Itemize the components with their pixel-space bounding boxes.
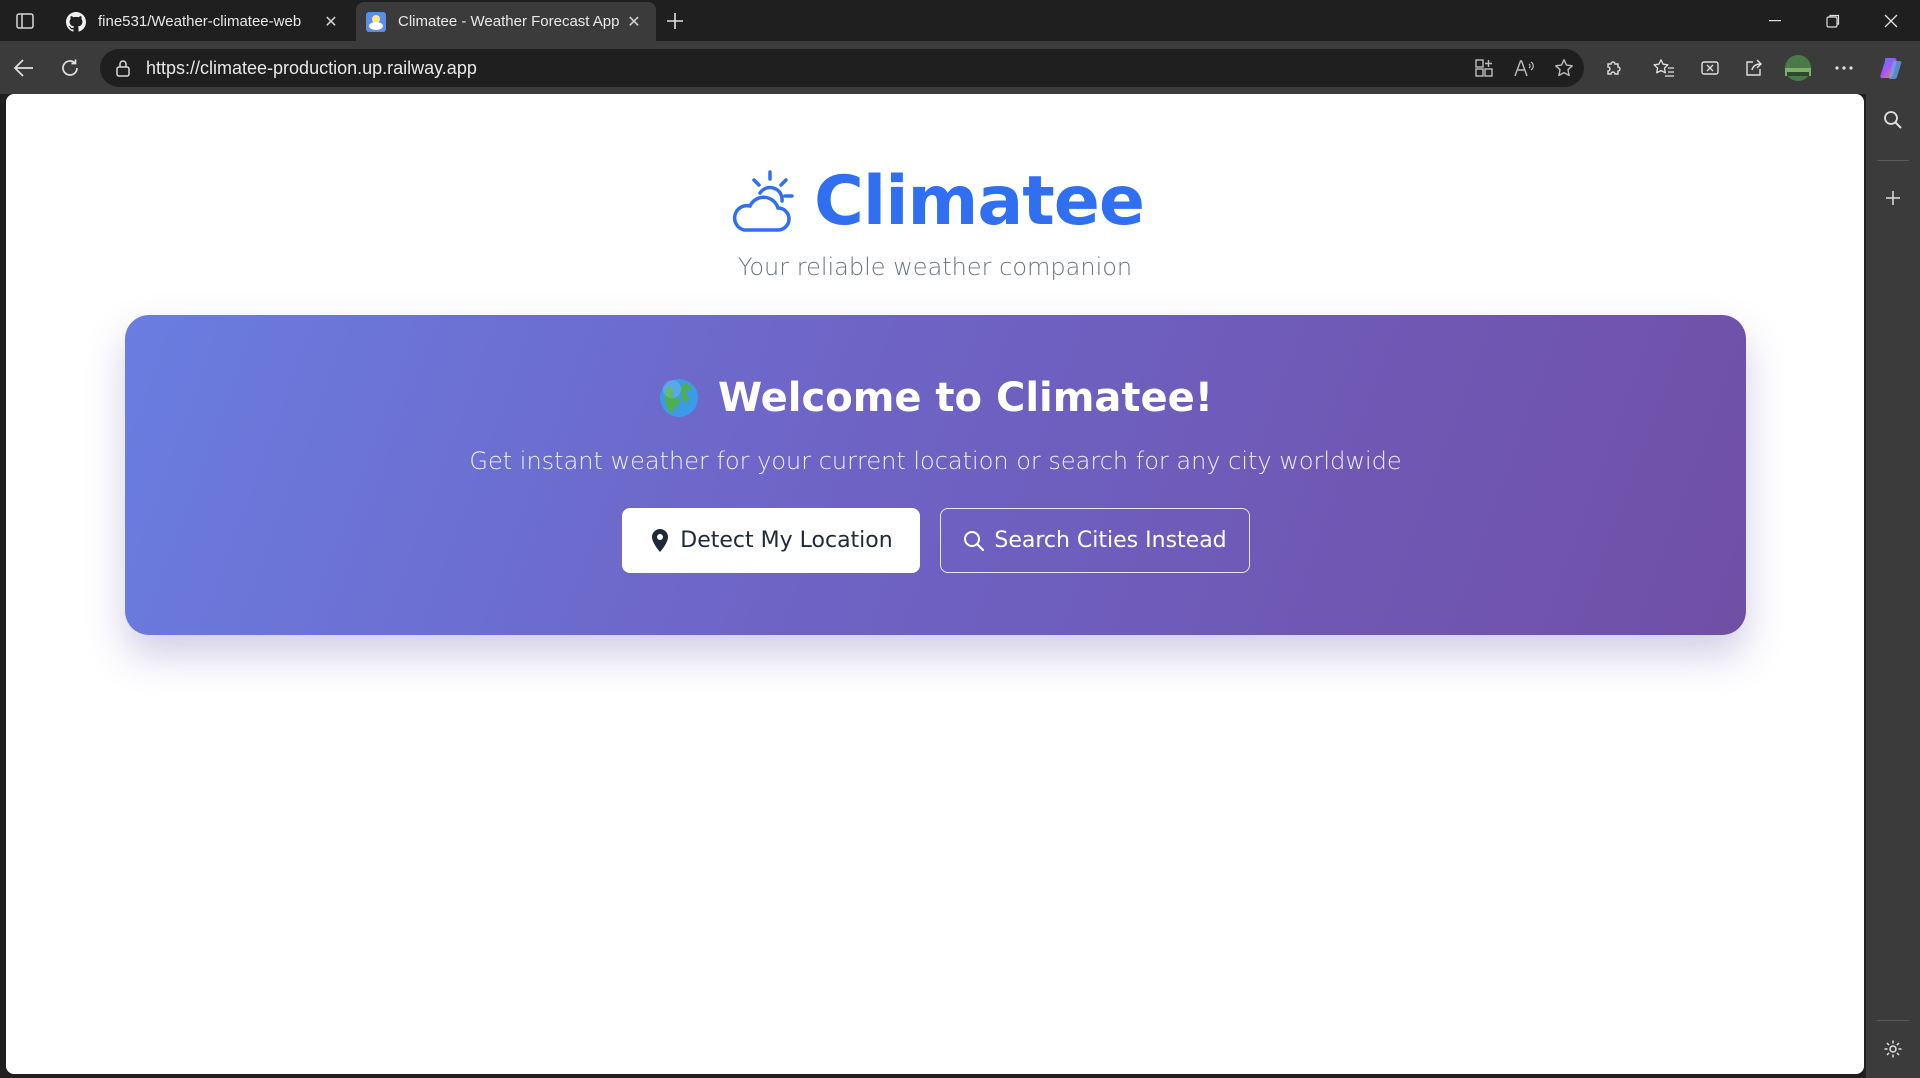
search-cities-button[interactable]: Search Cities Instead <box>939 508 1250 573</box>
restore-button[interactable] <box>1810 6 1856 36</box>
plus-icon <box>667 13 683 29</box>
page-viewport: Climatee Your reliable weather companion… <box>6 94 1864 1074</box>
sidebar-divider <box>1877 160 1909 161</box>
browser-sidebar <box>1866 94 1920 1078</box>
search-icon <box>962 529 986 553</box>
address-url[interactable]: https://climatee-production.up.railway.a… <box>146 58 1464 79</box>
read-aloud-icon[interactable] <box>1504 49 1544 87</box>
web-capture-button[interactable] <box>1694 52 1726 84</box>
favorites-button[interactable] <box>1648 52 1680 84</box>
tab-github[interactable]: fine531/Weather-climatee-web ✕ <box>56 2 353 41</box>
climatee-favicon <box>366 11 386 32</box>
avatar <box>1785 55 1811 81</box>
close-tab-icon[interactable]: ✕ <box>321 12 341 32</box>
welcome-card: Welcome to Climatee! Get instant weather… <box>125 315 1746 635</box>
more-dots-icon <box>1835 66 1853 70</box>
tab-strip: fine531/Weather-climatee-web ✕ Climatee … <box>0 0 1920 41</box>
cloud-sun-icon <box>732 169 794 232</box>
address-bar[interactable]: https://climatee-production.up.railway.a… <box>100 49 1584 87</box>
close-window-button[interactable] <box>1868 6 1914 36</box>
sidebar-add-button[interactable] <box>1877 182 1909 214</box>
share-icon <box>1746 59 1762 76</box>
sidebar-divider <box>1877 1020 1909 1021</box>
favorite-star-icon[interactable] <box>1544 49 1584 87</box>
detect-location-button[interactable]: Detect My Location <box>621 508 920 573</box>
gear-icon <box>1884 1040 1902 1058</box>
screenshot-icon <box>1701 61 1719 75</box>
app-available-icon[interactable] <box>1464 49 1504 87</box>
share-button[interactable] <box>1738 52 1770 84</box>
github-icon <box>66 11 86 32</box>
brand-header: Climatee <box>6 162 1864 241</box>
plus-icon <box>1886 191 1900 205</box>
app-tagline: Your reliable weather companion <box>737 253 1133 281</box>
search-icon <box>1884 111 1902 129</box>
extensions-button[interactable] <box>1598 52 1630 84</box>
copilot-button[interactable] <box>1876 52 1908 84</box>
new-tab-button[interactable] <box>660 6 690 36</box>
detect-location-label: Detect My Location <box>680 528 893 553</box>
sidebar-search-button[interactable] <box>1877 104 1909 136</box>
favorites-list-icon <box>1653 59 1674 77</box>
tab-title: fine531/Weather-climatee-web <box>98 13 302 30</box>
search-cities-label: Search Cities Instead <box>994 528 1227 553</box>
refresh-button[interactable] <box>54 52 86 84</box>
profile-button[interactable] <box>1782 52 1814 84</box>
welcome-title: Welcome to Climatee! <box>717 375 1214 421</box>
close-icon <box>1884 14 1898 28</box>
welcome-heading: Welcome to Climatee! <box>125 375 1746 421</box>
tab-actions-button[interactable] <box>10 8 40 34</box>
minimize-button[interactable] <box>1752 6 1798 36</box>
settings-more-button[interactable] <box>1828 52 1860 84</box>
minimize-icon <box>1769 20 1781 22</box>
tab-title: Climatee - Weather Forecast App <box>398 13 620 30</box>
puzzle-icon <box>1607 61 1621 75</box>
welcome-subtitle: Get instant weather for your current loc… <box>469 447 1402 475</box>
copilot-icon <box>1880 58 1902 79</box>
sidebar-toggle-icon <box>16 13 34 29</box>
app-title: Climatee <box>813 162 1145 241</box>
close-tab-icon[interactable]: ✕ <box>624 12 644 32</box>
map-pin-icon <box>648 528 672 553</box>
welcome-actions: Detect My Location Search Cities Instead <box>125 508 1746 573</box>
back-button[interactable] <box>8 52 40 84</box>
tab-climatee[interactable]: Climatee - Weather Forecast App ✕ <box>356 2 656 41</box>
site-info-icon[interactable] <box>104 49 142 87</box>
sidebar-settings-button[interactable] <box>1877 1033 1909 1065</box>
browser-toolbar: https://climatee-production.up.railway.a… <box>0 41 1920 94</box>
globe-icon <box>659 379 698 417</box>
back-arrow-icon <box>14 59 33 77</box>
refresh-icon <box>62 59 78 76</box>
restore-icon <box>1826 14 1840 28</box>
